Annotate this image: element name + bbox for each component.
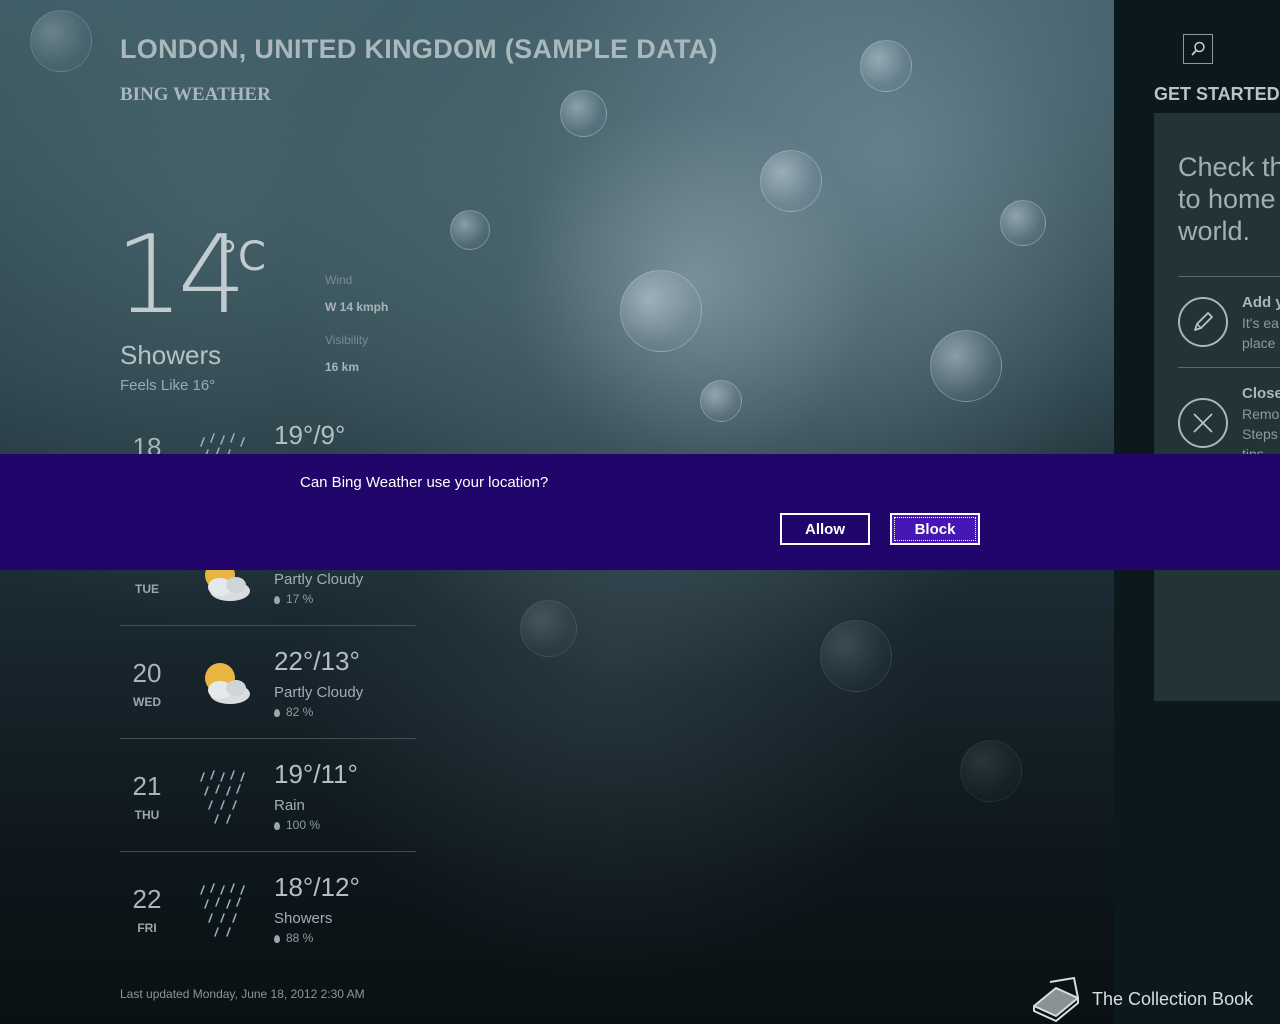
- visibility-value: 16 km: [325, 360, 360, 374]
- watermark-text: The Collection Book: [1092, 988, 1254, 1009]
- background-bubble: [930, 330, 1002, 402]
- background-bubble: [560, 90, 607, 137]
- wind-value: W 14 kmph: [325, 300, 389, 314]
- city-title: LONDON, UNITED KINGDOM (SAMPLE DATA): [120, 34, 718, 64]
- background-bubble: [1000, 200, 1046, 246]
- forecast-row[interactable]: 22 FRI 18°/12° Showers 88 %: [120, 872, 416, 984]
- side-panel-title: GET STARTED: [1154, 84, 1280, 104]
- add-item-text: It's ea place: [1242, 315, 1279, 351]
- forecast-temps: 19°/11°: [274, 759, 358, 789]
- background-bubble: [520, 600, 577, 657]
- forecast-divider: [120, 851, 416, 852]
- forecast-precip: 100 %: [274, 818, 320, 832]
- get-started-card: Check th to home world. Add y It's ea pl…: [1154, 113, 1280, 701]
- forecast-day: 20: [132, 658, 162, 688]
- forecast-temps: 22°/13°: [274, 646, 360, 676]
- weather-app-screen: LONDON, UNITED KINGDOM (SAMPLE DATA) BIN…: [0, 0, 1280, 1024]
- forecast-condition: Showers: [274, 910, 333, 927]
- raindrop-icon: [274, 935, 280, 943]
- pencil-icon[interactable]: [1178, 297, 1228, 347]
- forecast-precip: 88 %: [274, 931, 313, 945]
- rain-icon: [194, 880, 256, 940]
- background-bubble: [820, 620, 892, 692]
- allow-button[interactable]: Allow: [780, 513, 870, 545]
- book-icon: [1033, 976, 1079, 1022]
- close-icon[interactable]: [1178, 398, 1228, 448]
- watermark: The Collection Book: [1030, 976, 1253, 1022]
- search-icon: [1191, 41, 1205, 56]
- raindrop-icon: [274, 822, 280, 830]
- feels-like: Feels Like 16°: [120, 377, 216, 394]
- dialog-message: Can Bing Weather use your location?: [300, 474, 549, 491]
- precip-value: 17 %: [286, 592, 314, 606]
- forecast-weekday: TUE: [135, 582, 159, 596]
- background-bubble: [760, 150, 822, 212]
- location-permission-dialog: Can Bing Weather use your location? Allo…: [0, 454, 1280, 570]
- forecast-weekday: WED: [133, 695, 161, 709]
- precip-value: 82 %: [286, 705, 314, 719]
- forecast-weekday: FRI: [137, 921, 157, 935]
- forecast-row[interactable]: 21 THU 19°/11° Rain 100 %: [120, 759, 416, 871]
- forecast-row[interactable]: 20 WED 22°/13° Partly Cloudy 82 %: [120, 646, 416, 758]
- forecast-day: 21: [132, 771, 162, 801]
- block-button[interactable]: Block: [890, 513, 980, 545]
- forecast-temps: 18°/12°: [274, 872, 360, 902]
- background-bubble: [450, 210, 490, 250]
- forecast-weekday: THU: [134, 808, 160, 822]
- forecast-condition: Rain: [274, 797, 305, 814]
- forecast-condition: Partly Cloudy: [274, 684, 364, 701]
- card-heading: Check th to home world.: [1178, 152, 1280, 246]
- visibility-label: Visibility: [325, 333, 369, 347]
- card-divider: [1178, 276, 1280, 277]
- last-updated: Last updated Monday, June 18, 2012 2:30 …: [120, 987, 365, 1001]
- add-item-title[interactable]: Add y: [1242, 294, 1280, 311]
- forecast-temps: 19°/9°: [274, 420, 346, 450]
- forecast-day: 22: [132, 884, 162, 914]
- background-bubble: [30, 10, 92, 72]
- precip-value: 100 %: [286, 818, 321, 832]
- search-button[interactable]: [1183, 34, 1213, 64]
- temperature-unit: °C: [218, 234, 266, 280]
- precip-value: 88 %: [286, 931, 314, 945]
- background-bubble: [620, 270, 702, 352]
- current-condition: Showers: [120, 340, 222, 370]
- raindrop-icon: [274, 596, 280, 604]
- close-item-title[interactable]: Close: [1242, 385, 1280, 402]
- rain-icon: [194, 767, 256, 827]
- background-bubble: [960, 740, 1022, 802]
- app-title: BING WEATHER: [120, 84, 271, 105]
- forecast-divider: [120, 625, 416, 626]
- background-bubble: [700, 380, 742, 422]
- card-divider: [1178, 367, 1280, 368]
- forecast-divider: [120, 738, 416, 739]
- wind-label: Wind: [325, 273, 353, 287]
- forecast-condition: Partly Cloudy: [274, 571, 364, 588]
- forecast-precip: 82 %: [274, 705, 313, 719]
- background-bubble: [860, 40, 912, 92]
- forecast-precip: 17 %: [274, 592, 313, 606]
- partly-cloudy-icon: [194, 654, 256, 714]
- raindrop-icon: [274, 709, 280, 717]
